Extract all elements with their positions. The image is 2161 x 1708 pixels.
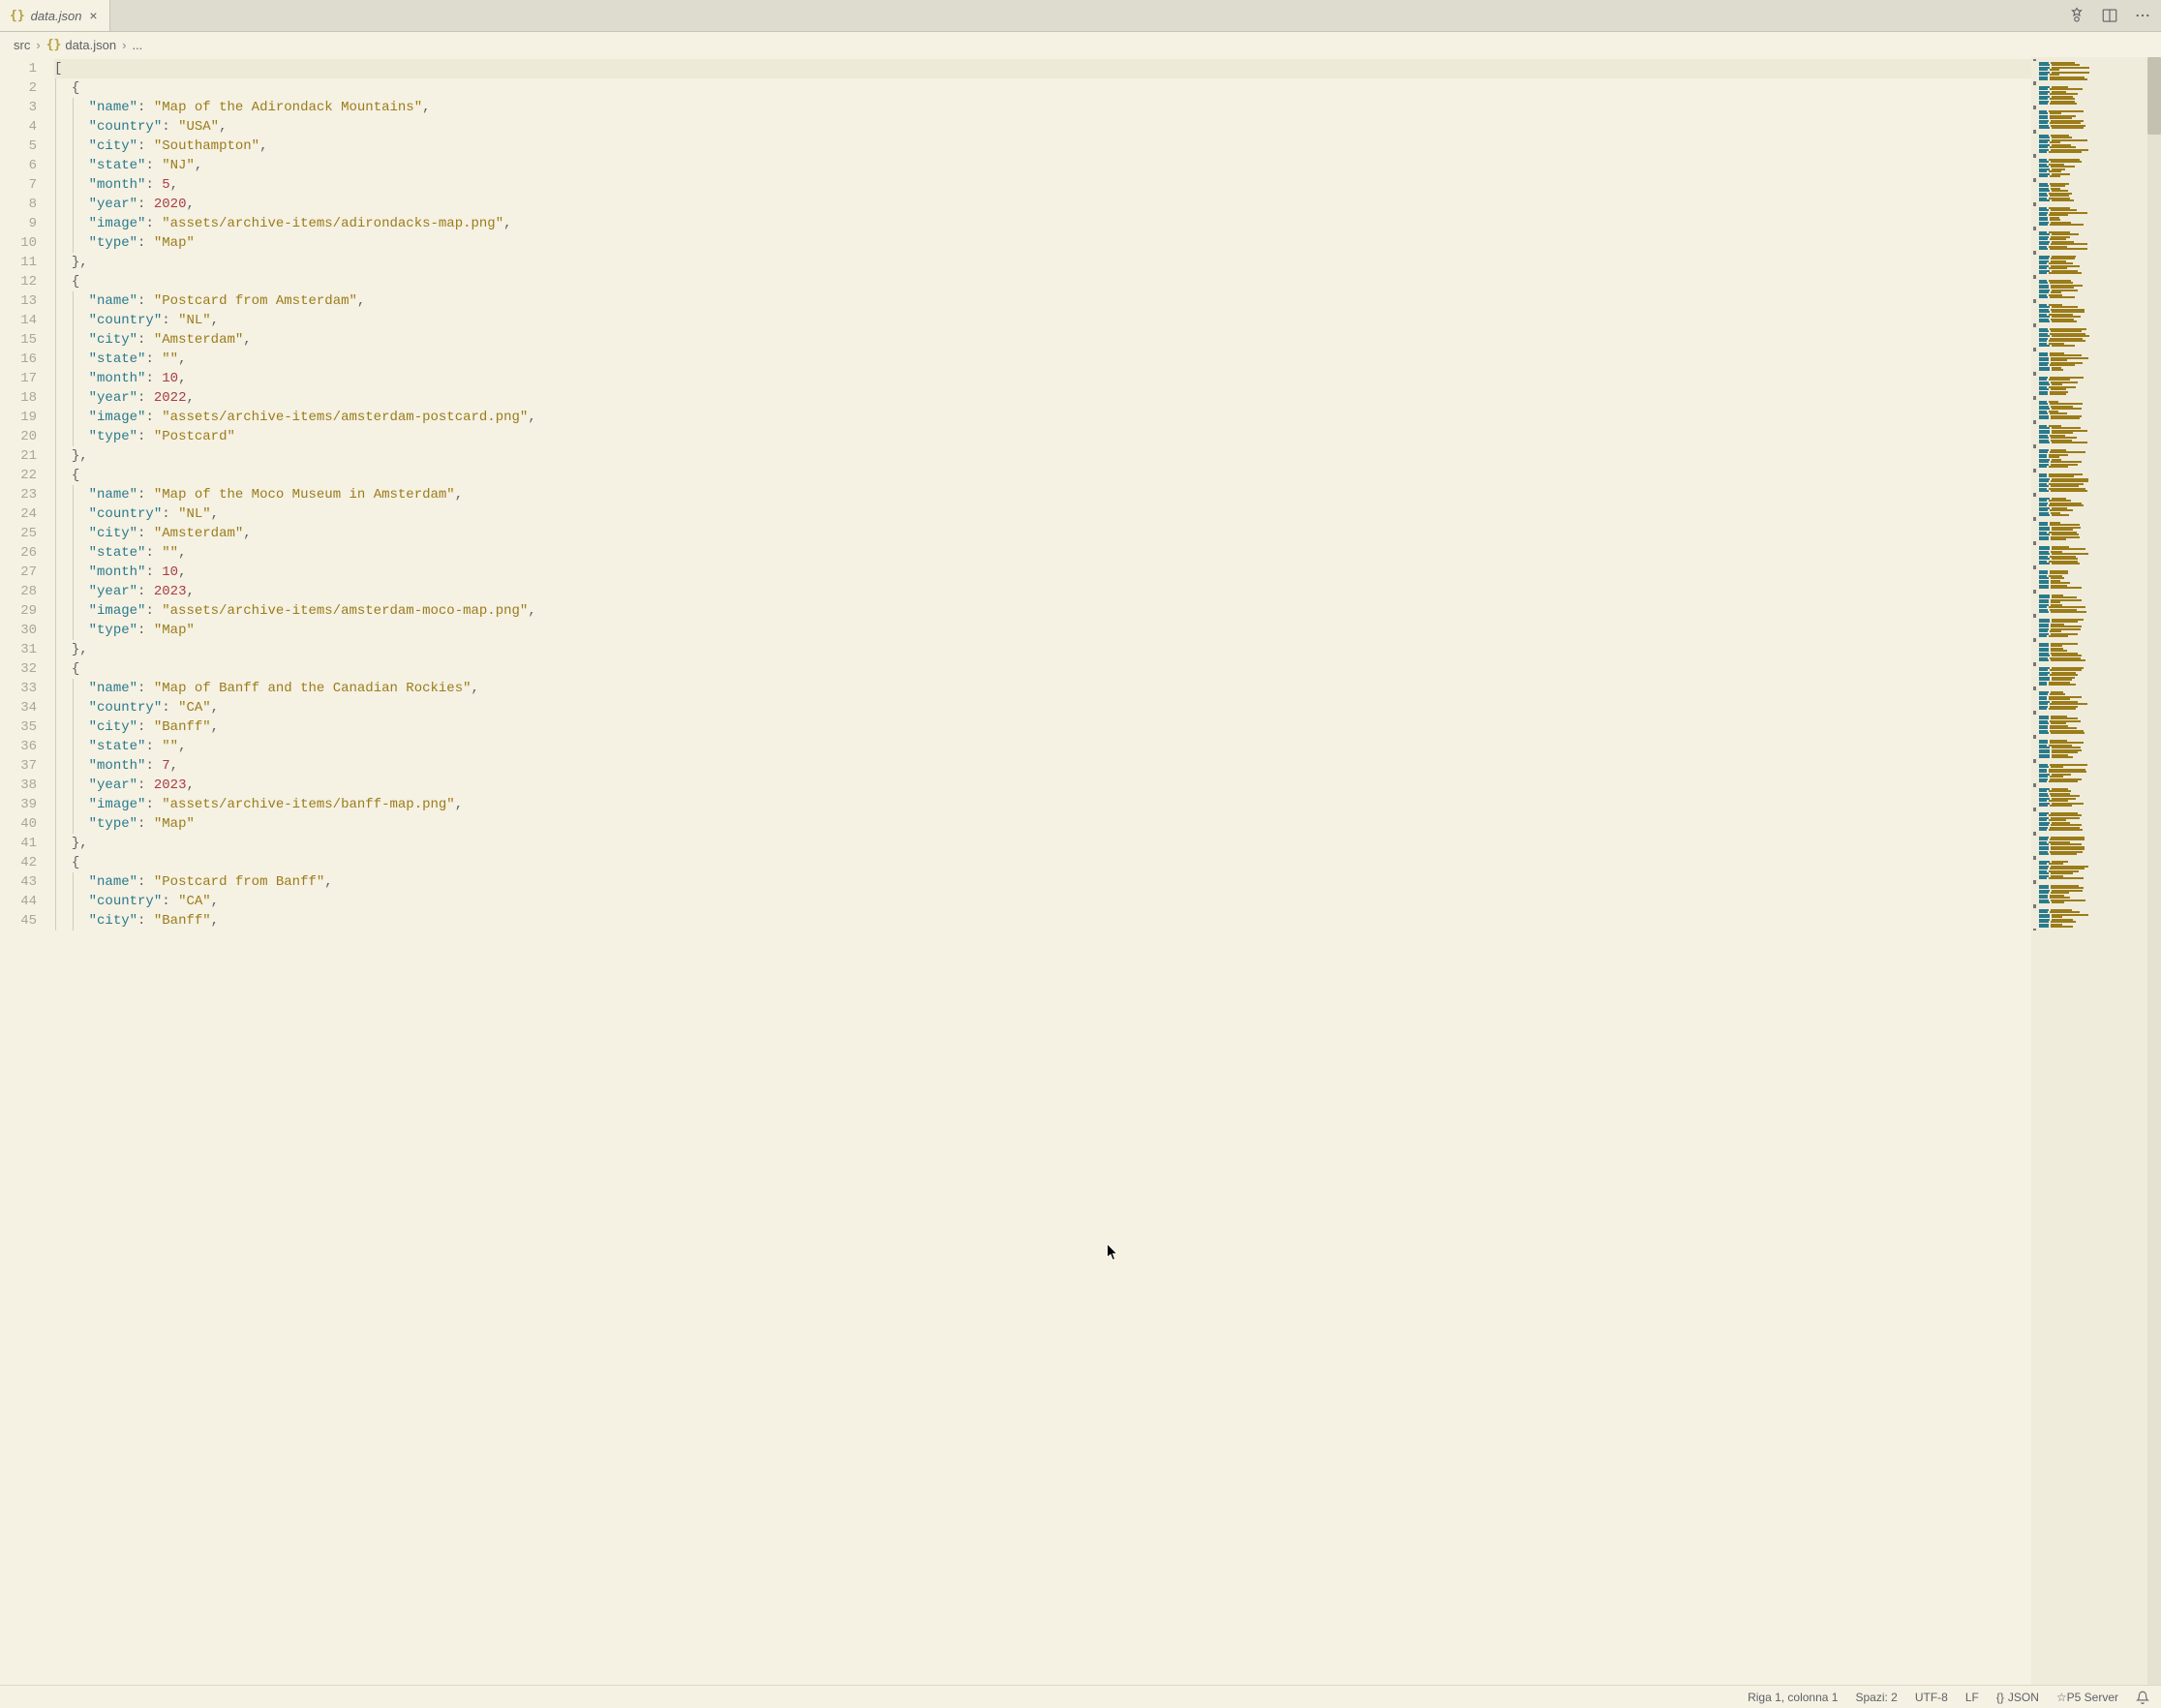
status-encoding[interactable]: UTF-8 <box>1915 1691 1948 1704</box>
code-line[interactable]: "name": "Map of the Adirondack Mountains… <box>54 98 2031 117</box>
status-p5-server[interactable]: ☆P5 Server <box>2056 1691 2118 1704</box>
scroll-thumb[interactable] <box>2147 57 2161 135</box>
json-icon: {} <box>1996 1691 2004 1704</box>
tab-label: data.json <box>31 9 82 23</box>
code-line[interactable]: "image": "assets/archive-items/banff-map… <box>54 795 2031 814</box>
code-line[interactable]: "year": 2020, <box>54 195 2031 214</box>
tab-bar: {} data.json × <box>0 0 2161 32</box>
code-line[interactable]: }, <box>54 834 2031 853</box>
code-line[interactable]: { <box>54 272 2031 291</box>
code-line[interactable]: "month": 10, <box>54 563 2031 582</box>
scrollbar[interactable] <box>2147 57 2161 1685</box>
status-language[interactable]: {} JSON <box>1996 1691 2039 1704</box>
code-line[interactable]: "month": 10, <box>54 369 2031 388</box>
chevron-right-icon: › <box>122 38 126 52</box>
code-line[interactable]: "city": "Amsterdam", <box>54 330 2031 350</box>
code-line[interactable]: "month": 5, <box>54 175 2031 195</box>
code-line[interactable]: "type": "Map" <box>54 814 2031 834</box>
more-actions-icon[interactable] <box>2132 5 2153 26</box>
code-line[interactable]: { <box>54 78 2031 98</box>
code-line[interactable]: }, <box>54 640 2031 659</box>
code-line[interactable]: "state": "", <box>54 543 2031 563</box>
code-line[interactable]: "type": "Map" <box>54 233 2031 253</box>
chevron-right-icon: › <box>36 38 40 52</box>
code-line[interactable]: "state": "", <box>54 350 2031 369</box>
code-line[interactable]: }, <box>54 253 2031 272</box>
code-content[interactable]: [ { "name": "Map of the Adirondack Mount… <box>54 57 2031 1685</box>
code-line[interactable]: "image": "assets/archive-items/adirondac… <box>54 214 2031 233</box>
breadcrumb-path[interactable]: ... <box>132 38 142 52</box>
code-line[interactable]: "name": "Postcard from Amsterdam", <box>54 291 2031 311</box>
code-line[interactable]: "country": "USA", <box>54 117 2031 137</box>
code-line[interactable]: "image": "assets/archive-items/amsterdam… <box>54 601 2031 621</box>
tab-data-json[interactable]: {} data.json × <box>0 0 110 31</box>
code-line[interactable]: "type": "Postcard" <box>54 427 2031 446</box>
json-icon: {} <box>10 9 25 23</box>
close-icon[interactable]: × <box>87 6 99 25</box>
code-line[interactable]: "month": 7, <box>54 756 2031 776</box>
code-line[interactable]: "image": "assets/archive-items/amsterdam… <box>54 408 2031 427</box>
code-line[interactable]: [ <box>54 59 2031 78</box>
code-line[interactable]: "state": "NJ", <box>54 156 2031 175</box>
code-line[interactable]: "city": "Banff", <box>54 717 2031 737</box>
extensions-icon[interactable] <box>2066 5 2087 26</box>
code-line[interactable]: "year": 2023, <box>54 776 2031 795</box>
breadcrumb-file[interactable]: {} data.json <box>46 38 116 52</box>
code-line[interactable]: "city": "Amsterdam", <box>54 524 2031 543</box>
breadcrumb-file-label: data.json <box>65 38 116 52</box>
code-line[interactable]: { <box>54 659 2031 679</box>
tab-actions <box>2066 0 2161 31</box>
status-indent[interactable]: Spazi: 2 <box>1855 1691 1897 1704</box>
breadcrumb: src › {} data.json › ... <box>0 32 2161 57</box>
code-line[interactable]: "name": "Map of Banff and the Canadian R… <box>54 679 2031 698</box>
code-line[interactable]: "city": "Banff", <box>54 911 2031 930</box>
code-line[interactable]: "name": "Postcard from Banff", <box>54 872 2031 892</box>
code-line[interactable]: "country": "CA", <box>54 698 2031 717</box>
json-icon: {} <box>46 38 62 52</box>
status-bar: Riga 1, colonna 1 Spazi: 2 UTF-8 LF {} J… <box>0 1685 2161 1708</box>
breadcrumb-src[interactable]: src <box>14 38 30 52</box>
code-line[interactable]: }, <box>54 446 2031 466</box>
minimap[interactable] <box>2031 57 2147 1685</box>
code-line[interactable]: "type": "Map" <box>54 621 2031 640</box>
code-line[interactable]: { <box>54 853 2031 872</box>
split-editor-icon[interactable] <box>2099 5 2120 26</box>
code-line[interactable]: "name": "Map of the Moco Museum in Amste… <box>54 485 2031 504</box>
code-line[interactable]: "year": 2022, <box>54 388 2031 408</box>
code-line[interactable]: "city": "Southampton", <box>54 137 2031 156</box>
status-eol[interactable]: LF <box>1965 1691 1979 1704</box>
code-line[interactable]: "country": "CA", <box>54 892 2031 911</box>
status-cursor[interactable]: Riga 1, colonna 1 <box>1748 1691 1838 1704</box>
line-numbers: 1234567891011121314151617181920212223242… <box>0 57 54 1685</box>
code-line[interactable]: "year": 2023, <box>54 582 2031 601</box>
editor: 1234567891011121314151617181920212223242… <box>0 57 2161 1685</box>
code-line[interactable]: "country": "NL", <box>54 311 2031 330</box>
status-language-label: JSON <box>2008 1691 2039 1704</box>
code-line[interactable]: "country": "NL", <box>54 504 2031 524</box>
code-line[interactable]: { <box>54 466 2031 485</box>
code-line[interactable]: "state": "", <box>54 737 2031 756</box>
notifications-icon[interactable] <box>2136 1691 2149 1704</box>
